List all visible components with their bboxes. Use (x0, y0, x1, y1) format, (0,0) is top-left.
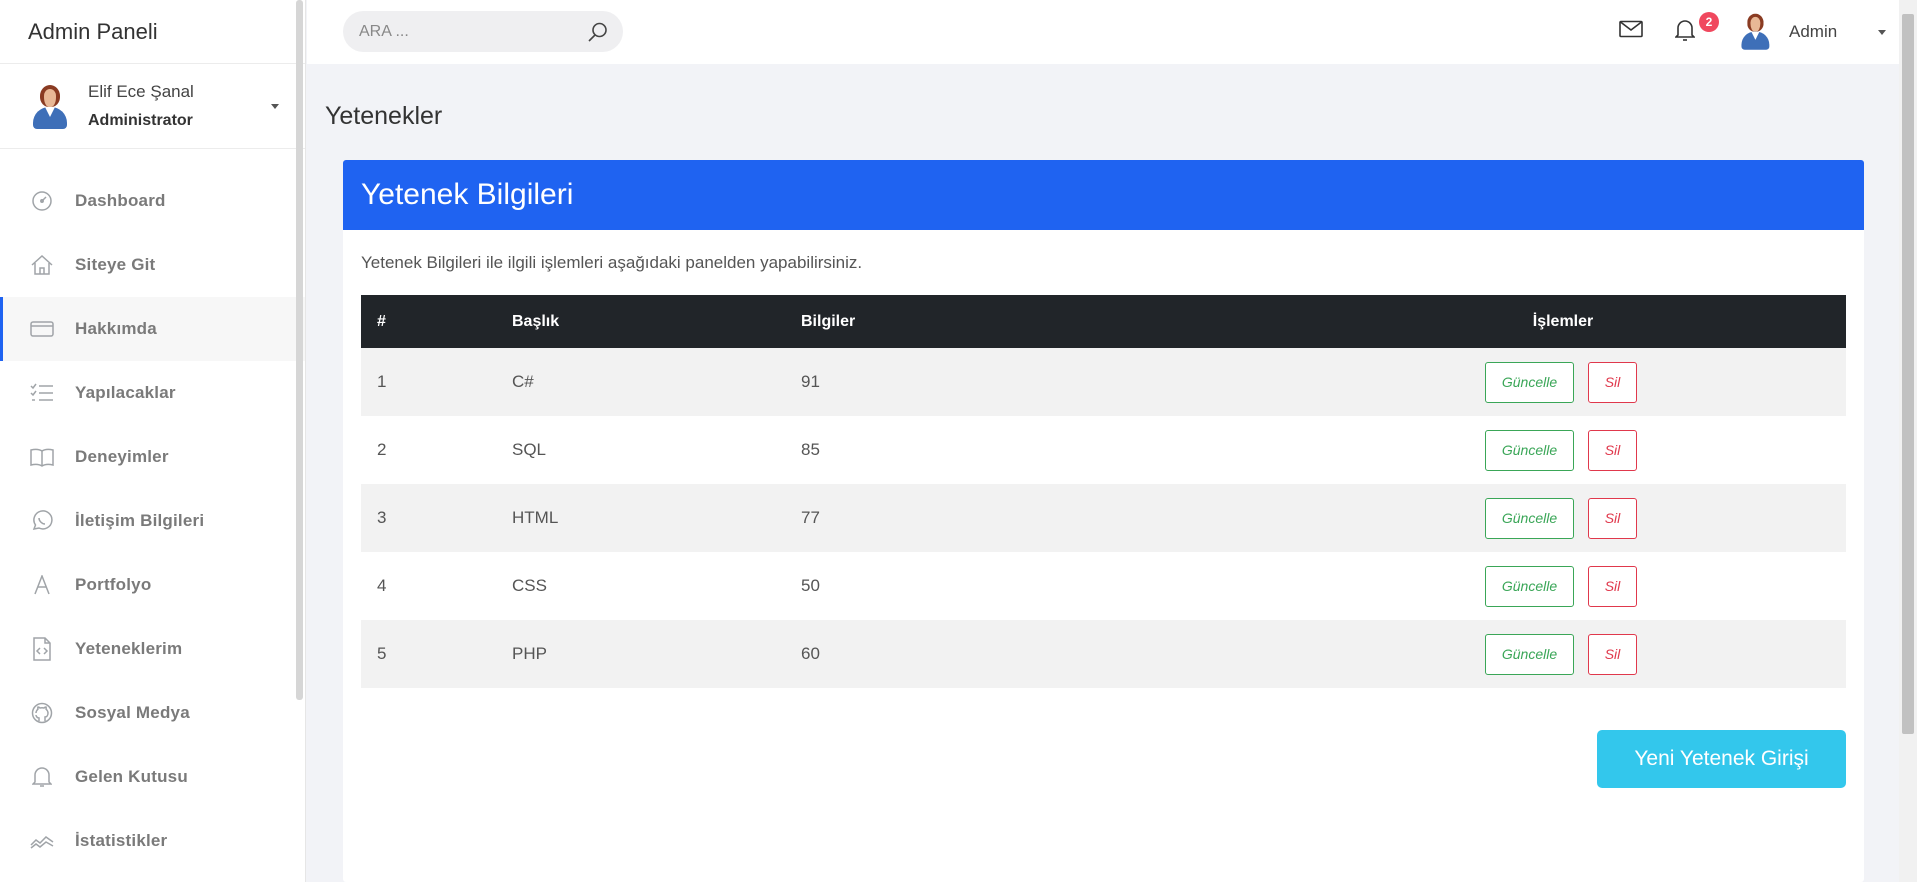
caret-down-icon[interactable] (1878, 30, 1886, 35)
sidebar-item-istatistikler[interactable]: İstatistikler (0, 809, 305, 873)
table-row: 5 PHP 60 Güncelle Sil (361, 620, 1846, 688)
bell-icon (30, 765, 54, 789)
update-button[interactable]: Güncelle (1485, 429, 1574, 471)
book-icon (30, 445, 54, 469)
sidebar-scrollbar[interactable] (296, 0, 303, 700)
delete-button[interactable]: Sil (1588, 497, 1637, 539)
sidebar-item-label: Yeteneklerim (75, 639, 183, 658)
row-info: 50 (801, 576, 820, 595)
row-title: C# (512, 372, 534, 391)
user-avatar[interactable] (1739, 12, 1772, 50)
github-icon (30, 701, 54, 725)
page-scrollbar[interactable] (1899, 0, 1917, 882)
sidebar-item-label: Dashboard (75, 191, 166, 210)
search-box (343, 11, 623, 52)
card-description: Yetenek Bilgileri ile ilgili işlemleri a… (361, 253, 863, 272)
chart-line-icon (30, 829, 54, 853)
notification-bell-icon[interactable] (1674, 18, 1696, 47)
sidebar-item-yeteneklerim[interactable]: Yeteneklerim (0, 617, 305, 681)
search-input[interactable] (359, 22, 579, 41)
column-header-actions: İşlemler (1532, 312, 1594, 330)
user-menu-label[interactable]: Admin (1789, 22, 1837, 42)
sidebar-item-label: Siteye Git (75, 255, 156, 274)
table-row: 3 HTML 77 Güncelle Sil (361, 484, 1846, 552)
delete-button[interactable]: Sil (1588, 633, 1637, 675)
update-button[interactable]: Güncelle (1485, 497, 1574, 539)
sidebar-item-gelen-kutusu[interactable]: Gelen Kutusu (0, 745, 305, 809)
row-title: CSS (512, 576, 547, 595)
page-title: Yetenekler (325, 102, 443, 130)
mail-icon[interactable] (1619, 20, 1643, 43)
sidebar-item-label: Portfolyo (75, 575, 152, 594)
profile-dropdown[interactable]: Elif Ece Şanal Administrator (0, 64, 305, 149)
row-info: 85 (801, 440, 820, 459)
delete-button[interactable]: Sil (1588, 429, 1637, 471)
row-id: 4 (377, 576, 387, 595)
row-id: 3 (377, 508, 387, 527)
row-title: HTML (512, 508, 559, 527)
table-row: 1 C# 91 Güncelle Sil (361, 348, 1846, 416)
profile-name: Elif Ece Şanal (88, 82, 194, 101)
sidebar-nav: Dashboard Siteye Git Hakkımda Yapılacakl… (0, 149, 305, 873)
avatar (30, 83, 70, 129)
row-id: 5 (377, 644, 387, 663)
sidebar-item-sosyal-medya[interactable]: Sosyal Medya (0, 681, 305, 745)
table-row: 2 SQL 85 Güncelle Sil (361, 416, 1846, 484)
sidebar-item-dashboard[interactable]: Dashboard (0, 169, 305, 233)
table-header: # Başlık Bilgiler İşlemler (361, 295, 1846, 348)
row-title: PHP (512, 644, 547, 663)
sidebar-item-iletisim-bilgileri[interactable]: İletişim Bilgileri (0, 489, 305, 553)
row-info: 60 (801, 644, 820, 663)
sidebar-item-label: Yapılacaklar (75, 383, 176, 402)
delete-button[interactable]: Sil (1588, 565, 1637, 607)
column-header-id: # (377, 312, 386, 330)
profile-role: Administrator (88, 112, 193, 129)
card-icon (30, 317, 54, 341)
update-button[interactable]: Güncelle (1485, 565, 1574, 607)
search-icon[interactable] (587, 21, 609, 48)
code-file-icon (30, 637, 54, 661)
sidebar-item-label: Sosyal Medya (75, 703, 190, 722)
sidebar-item-portfolyo[interactable]: Portfolyo (0, 553, 305, 617)
checklist-icon (30, 381, 54, 405)
sidebar-item-siteye-git[interactable]: Siteye Git (0, 233, 305, 297)
update-button[interactable]: Güncelle (1485, 633, 1574, 675)
skills-table: # Başlık Bilgiler İşlemler 1 C# 91 Günce… (361, 295, 1846, 688)
whatsapp-icon (30, 509, 54, 533)
row-info: 77 (801, 508, 820, 527)
letter-a-icon (30, 573, 54, 597)
sidebar-item-yapilacaklar[interactable]: Yapılacaklar (0, 361, 305, 425)
row-title: SQL (512, 440, 547, 459)
sidebar-item-hakkimda[interactable]: Hakkımda (0, 297, 305, 361)
sidebar-item-label: İstatistikler (75, 831, 168, 850)
topbar: 2 Admin (307, 0, 1899, 64)
row-id: 2 (377, 440, 387, 459)
card-title: Yetenek Bilgileri (343, 160, 1864, 230)
brand-title[interactable]: Admin Paneli (0, 0, 305, 64)
delete-button[interactable]: Sil (1588, 361, 1637, 403)
sidebar-item-label: Hakkımda (75, 319, 157, 338)
new-skill-button[interactable]: Yeni Yetenek Girişi (1597, 730, 1846, 788)
home-icon (30, 253, 54, 277)
notification-badge: 2 (1699, 12, 1719, 32)
row-id: 1 (377, 372, 387, 391)
skills-card: Yetenek Bilgileri Yetenek Bilgileri ile … (343, 160, 1864, 882)
sidebar-item-label: Gelen Kutusu (75, 767, 188, 786)
sidebar-item-label: İletişim Bilgileri (75, 511, 205, 530)
sidebar: Admin Paneli Elif Ece Şanal Administrato… (0, 0, 306, 882)
row-info: 91 (801, 372, 820, 391)
column-header-title: Başlık (512, 312, 560, 330)
table-row: 4 CSS 50 Güncelle Sil (361, 552, 1846, 620)
sidebar-item-deneyimler[interactable]: Deneyimler (0, 425, 305, 489)
sidebar-item-label: Deneyimler (75, 447, 169, 466)
speedometer-icon (30, 189, 54, 213)
caret-down-icon[interactable] (271, 104, 279, 109)
update-button[interactable]: Güncelle (1485, 361, 1574, 403)
column-header-info: Bilgiler (801, 312, 856, 330)
